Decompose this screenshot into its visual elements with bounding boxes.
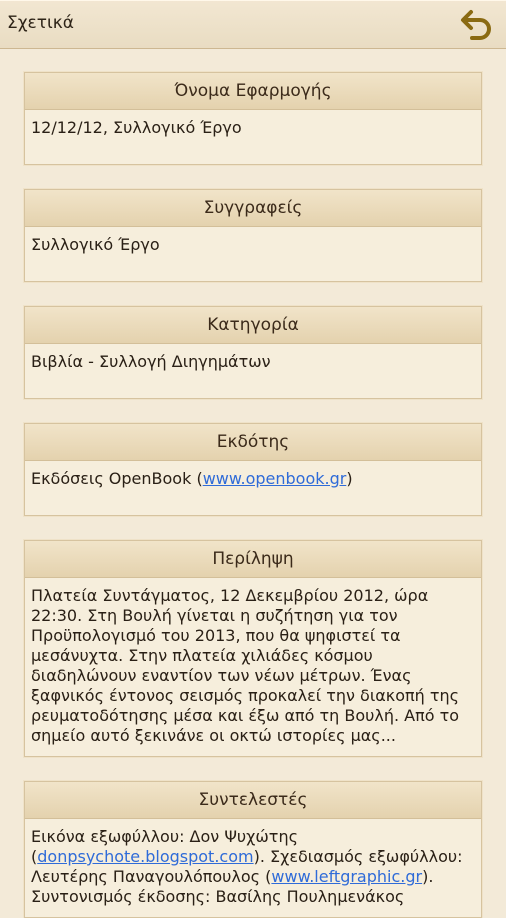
- cover-design-end: ).: [422, 867, 434, 886]
- about-content[interactable]: Όνομα Εφαρμογής 12/12/12, Συλλογικό Έργο…: [0, 49, 506, 918]
- app-name-section: Όνομα Εφαρμογής 12/12/12, Συλλογικό Έργο: [24, 72, 482, 165]
- publisher-prefix: Εκδόσεις OpenBook (: [31, 469, 203, 488]
- summary-text: Πλατεία Συντάγματος, 12 Δεκεμβρίου 2012,…: [31, 586, 460, 745]
- section-title: Συγγραφείς: [25, 190, 481, 227]
- section-title: Όνομα Εφαρμογής: [25, 73, 481, 110]
- category-value: Βιβλία - Συλλογή Διηγημάτων: [31, 352, 271, 371]
- summary-section: Περίληψη Πλατεία Συντάγματος, 12 Δεκεμβρ…: [24, 540, 482, 757]
- publisher-value: Εκδόσεις OpenBook (www.openbook.gr): [25, 461, 481, 515]
- app-name-value: 12/12/12, Συλλογικό Έργο: [31, 118, 242, 137]
- cover-image-link[interactable]: donpsychote.blogspot.com: [37, 847, 253, 866]
- authors-section: Συγγραφείς Συλλογικό Έργο: [24, 189, 482, 282]
- section-title: Συντελεστές: [25, 782, 481, 819]
- publisher-suffix: ): [346, 469, 353, 488]
- category-section: Κατηγορία Βιβλία - Συλλογή Διηγημάτων: [24, 306, 482, 399]
- top-bar: Σχετικά: [0, 0, 506, 49]
- publisher-link[interactable]: www.openbook.gr: [203, 469, 347, 488]
- authors-value: Συλλογικό Έργο: [31, 235, 160, 254]
- credits-section: Συντελεστές Εικόνα εξωφύλλου: Δον Ψυχώτη…: [24, 781, 482, 918]
- publisher-section: Εκδότης Εκδόσεις OpenBook (www.openbook.…: [24, 423, 482, 516]
- section-title: Κατηγορία: [25, 307, 481, 344]
- cover-design-link[interactable]: www.leftgraphic.gr: [271, 867, 422, 886]
- screen-title: Σχετικά: [7, 13, 74, 33]
- section-title: Εκδότης: [25, 424, 481, 461]
- coordination-text: Συντονισμός έκδοσης: Βασίλης Πουλημενάκο…: [31, 887, 405, 906]
- back-arrow-icon[interactable]: [460, 8, 494, 40]
- section-title: Περίληψη: [25, 541, 481, 578]
- credits-text: Εικόνα εξωφύλλου: Δον Ψυχώτης (donpsycho…: [25, 819, 481, 917]
